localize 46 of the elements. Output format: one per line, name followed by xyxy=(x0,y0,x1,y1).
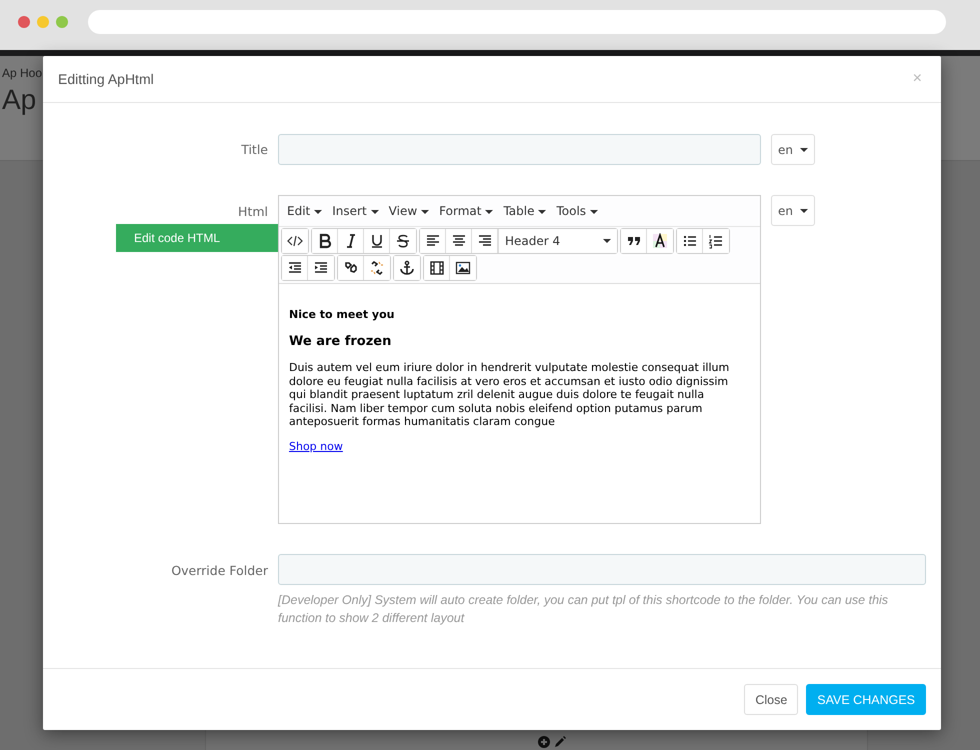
menu-button[interactable]: Edit xyxy=(282,204,328,218)
window-control-icon[interactable] xyxy=(18,16,30,28)
title-input[interactable] xyxy=(278,134,761,165)
align-left-icon xyxy=(424,233,440,249)
help-text: [Developer Only] System will auto create folder, you can put tpl of this shortcode to the folder. You can use this function to show 2 different layout xyxy=(278,592,890,627)
shop-link[interactable]: Shop now xyxy=(289,440,343,452)
menu-button[interactable]: Insert xyxy=(327,204,384,218)
anchor-icon xyxy=(399,260,415,276)
outdent-button[interactable] xyxy=(282,256,308,280)
language-dropdown[interactable]: en xyxy=(771,134,815,165)
content-paragraph: Duis autem vel eum iriure dolor in hendrerit vulputate molestie consequat illum dolore eu feugiat nulla facilisis at vero eros et accumsan et iusto odio dignissim qui blandit praesent luptatum zril delenit augue duis dolore te feugait nulla facilisi. Nam liber tempor cum soluta nobis eleifend option putamus parum anteposuerit formas humanitatis claram congue xyxy=(289,361,730,428)
bold-button[interactable] xyxy=(312,229,338,253)
numbered-list-icon xyxy=(708,233,724,249)
link-button[interactable] xyxy=(338,256,364,280)
close-button[interactable]: Close xyxy=(744,684,798,715)
code-icon xyxy=(287,233,303,249)
text-color-icon xyxy=(652,233,668,249)
content-subheading: Nice to meet you xyxy=(289,308,396,321)
format-dropdown[interactable]: Header 4 xyxy=(498,229,617,253)
folder-input[interactable] xyxy=(278,554,926,585)
field-label: Html xyxy=(237,203,269,219)
align-right-icon xyxy=(476,233,492,249)
indent-icon xyxy=(313,260,329,276)
menu-button[interactable]: Format xyxy=(434,204,498,218)
language-dropdown[interactable]: en xyxy=(771,195,815,226)
image-icon xyxy=(455,260,471,276)
field-label: Title xyxy=(240,142,268,157)
menu-button[interactable]: View xyxy=(384,204,434,218)
content-heading: We are frozen xyxy=(289,334,392,349)
film-icon xyxy=(428,260,444,276)
bullet-list-icon xyxy=(682,233,698,249)
outdent-icon xyxy=(286,260,302,276)
menu-button[interactable]: Tools xyxy=(551,204,604,218)
align-left-button[interactable] xyxy=(420,229,446,253)
pencil-icon[interactable] xyxy=(554,736,566,748)
add-icon[interactable] xyxy=(538,736,550,748)
field-label: Override Folder xyxy=(170,562,268,578)
strikethrough-icon xyxy=(395,233,411,249)
quote-button[interactable] xyxy=(621,229,647,253)
dialog-title: Editting ApHtml xyxy=(58,71,154,87)
align-center-icon xyxy=(450,233,466,249)
film-button[interactable] xyxy=(424,256,450,280)
bullet-list-button[interactable] xyxy=(677,229,703,253)
breadcrumb: Ap Hoo xyxy=(2,66,42,80)
page-title: Ap xyxy=(2,84,36,116)
menu-button[interactable]: Table xyxy=(498,204,552,218)
